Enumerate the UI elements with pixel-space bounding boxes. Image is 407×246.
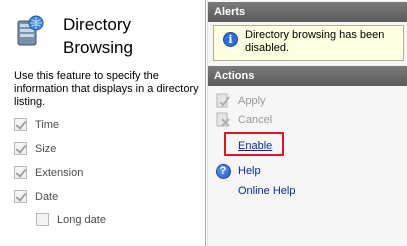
size-checkbox[interactable] <box>14 142 27 155</box>
directory-browsing-icon <box>15 15 45 47</box>
help-icon: ? <box>215 163 231 179</box>
extension-checkbox[interactable] <box>14 166 27 179</box>
option-size[interactable]: Size <box>14 141 56 156</box>
option-date[interactable]: Date <box>14 189 58 204</box>
extension-label: Extension <box>35 166 84 179</box>
info-icon: i <box>223 32 238 47</box>
alert-message-box: i Directory browsing has been disabled. <box>213 25 404 61</box>
online-help-link[interactable]: Online Help <box>238 185 295 197</box>
apply-icon <box>215 93 231 109</box>
help-link[interactable]: Help <box>238 165 261 177</box>
page-title-line1: Directory <box>63 15 132 34</box>
highlight-box <box>224 132 284 156</box>
cancel-label: Cancel <box>238 114 273 126</box>
size-label: Size <box>35 142 57 155</box>
actions-header: Actions <box>208 66 407 86</box>
page-title-line2: Browsing <box>63 38 133 57</box>
time-label: Time <box>35 118 60 131</box>
time-checkbox[interactable] <box>14 118 27 131</box>
cancel-icon <box>215 112 231 128</box>
long-date-checkbox[interactable] <box>36 213 49 226</box>
page-title: Directory Browsing <box>63 13 203 59</box>
apply-label: Apply <box>238 95 266 107</box>
feature-pane: Directory Browsing Use this feature to s… <box>0 0 206 246</box>
option-long-date[interactable]: Long date <box>36 212 106 227</box>
alert-message: Directory browsing has been disabled. <box>245 29 385 54</box>
feature-description: Use this feature to specify the informat… <box>14 70 199 108</box>
date-checkbox[interactable] <box>14 190 27 203</box>
option-extension[interactable]: Extension <box>14 165 83 180</box>
option-time[interactable]: Time <box>14 117 59 132</box>
long-date-label: Long date <box>57 213 106 226</box>
actions-pane: Alerts i Directory browsing has been dis… <box>207 0 407 246</box>
alerts-header: Alerts <box>208 2 407 22</box>
date-label: Date <box>35 190 59 203</box>
